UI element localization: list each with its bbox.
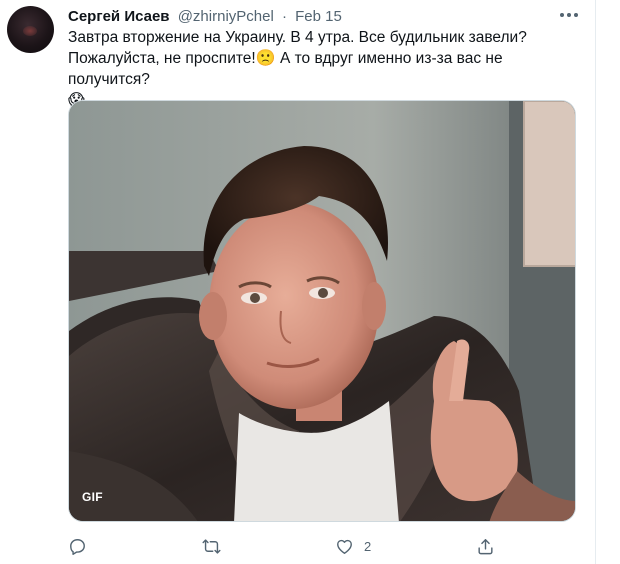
gif-badge: GIF <box>82 490 103 504</box>
more-dot <box>574 13 578 17</box>
tweet[interactable]: Сергей Исаев @zhirniyPchel · Feb 15 Завт… <box>0 0 596 564</box>
tweet-actions: 2 <box>68 536 508 556</box>
like-count: 2 <box>364 538 372 554</box>
reply-icon <box>70 538 85 555</box>
reply-button[interactable] <box>68 536 87 556</box>
share-icon <box>478 538 493 554</box>
tweet-text-line: Завтра вторжение на Украину. В 4 утра. В… <box>68 27 588 48</box>
avatar-image <box>23 26 37 36</box>
slightly-frowning-face-emoji: 🙁 <box>255 50 276 67</box>
tweet-text: Завтра вторжение на Украину. В 4 утра. В… <box>68 27 588 111</box>
more-options-button[interactable] <box>558 6 580 24</box>
tweet-text-segment: Пожалуйста, не проспите! <box>68 50 256 67</box>
tweet-header: Сергей Исаев @zhirniyPchel · Feb 15 <box>68 7 342 27</box>
retweet-button[interactable] <box>202 536 221 556</box>
tweet-text-segment: Завтра вторжение на Украину. В 4 утра. В… <box>68 29 527 46</box>
more-horizontal-icon <box>560 13 564 17</box>
tweet-text-line: Пожалуйста, не проспите!🙁 А то вдруг име… <box>68 48 588 90</box>
author-handle[interactable]: @zhirniyPchel <box>178 8 274 25</box>
like-button[interactable]: 2 <box>335 536 371 556</box>
gif-frame-image <box>69 101 575 521</box>
gif-media[interactable]: GIF <box>68 100 576 522</box>
share-button[interactable] <box>476 536 495 556</box>
tweet-date[interactable]: Feb 15 <box>295 8 342 25</box>
retweet-icon <box>202 538 221 554</box>
avatar[interactable] <box>7 6 54 53</box>
author-name[interactable]: Сергей Исаев <box>68 8 170 25</box>
more-dot <box>567 13 571 17</box>
heart-icon <box>337 539 352 554</box>
separator-dot: · <box>281 8 287 25</box>
